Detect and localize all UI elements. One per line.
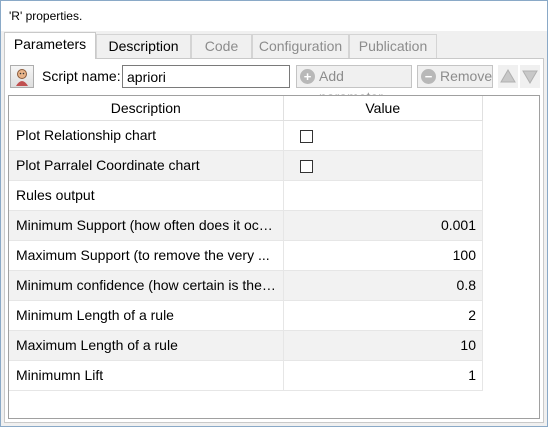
r-script-icon[interactable] <box>10 65 34 88</box>
table-row[interactable]: Minimumn Lift 1 <box>9 360 483 391</box>
param-description: Plot Relationship chart <box>9 120 284 151</box>
tab-publication[interactable]: Publication <box>349 34 437 59</box>
param-value[interactable]: 2 <box>283 300 483 331</box>
move-down-button[interactable] <box>520 65 540 88</box>
table-row[interactable]: Maximum Length of a rule 10 <box>9 330 483 361</box>
move-up-button[interactable] <box>498 65 518 88</box>
column-header-value[interactable]: Value <box>283 96 483 121</box>
triangle-up-icon <box>500 69 516 83</box>
tab-description[interactable]: Description <box>96 34 191 59</box>
param-value-cell[interactable] <box>283 120 483 151</box>
param-value[interactable] <box>283 180 483 211</box>
param-description: Minimum Support (how often does it occ..… <box>9 210 284 241</box>
parameters-panel: Script name: + Add parameter − Remove <box>4 58 544 423</box>
parameters-toolbar: Script name: + Add parameter − Remove <box>10 65 540 105</box>
tab-bar: Parameters Description Code Configuratio… <box>4 32 544 59</box>
column-header-description[interactable]: Description <box>9 96 284 121</box>
table-row[interactable]: Rules output <box>9 180 483 211</box>
param-value[interactable]: 100 <box>283 240 483 271</box>
tab-configuration[interactable]: Configuration <box>252 34 349 59</box>
parameters-table: Description Value Plot Relationship char… <box>9 96 483 391</box>
title-bar[interactable]: 'R' properties. <box>1 1 547 31</box>
param-description: Minimum confidence (how certain is the r… <box>9 270 284 301</box>
properties-window: 'R' properties. Parameters Description C… <box>0 0 548 427</box>
minus-icon: − <box>421 69 436 84</box>
param-description: Minimumn Lift <box>9 360 284 391</box>
triangle-down-icon <box>522 70 538 84</box>
param-description: Maximum Support (to remove the very ... <box>9 240 284 271</box>
parameters-table-container: Description Value Plot Relationship char… <box>8 95 540 419</box>
window-title: 'R' properties. <box>9 9 83 23</box>
param-value[interactable]: 0.8 <box>283 270 483 301</box>
remove-button[interactable]: − Remove <box>417 65 493 88</box>
table-row[interactable]: Plot Parralel Coordinate chart <box>9 150 483 181</box>
add-parameter-button[interactable]: + Add parameter <box>296 65 412 105</box>
param-description: Minimum Length of a rule <box>9 300 284 331</box>
table-row[interactable]: Maximum Support (to remove the very ... … <box>9 240 483 271</box>
table-row[interactable]: Minimum confidence (how certain is the r… <box>9 270 483 301</box>
plus-icon: + <box>300 69 315 84</box>
param-description: Rules output <box>9 180 284 211</box>
param-description: Plot Parralel Coordinate chart <box>9 150 284 181</box>
remove-label: Remove <box>440 68 493 84</box>
table-row[interactable]: Plot Relationship chart <box>9 120 483 151</box>
tab-parameters[interactable]: Parameters <box>4 32 96 59</box>
param-value-cell[interactable] <box>283 150 483 181</box>
param-value[interactable]: 1 <box>283 360 483 391</box>
table-row[interactable]: Minimum Length of a rule 2 <box>9 300 483 331</box>
tab-code[interactable]: Code <box>191 34 252 59</box>
script-name-label: Script name: <box>42 68 121 84</box>
param-value[interactable]: 10 <box>283 330 483 361</box>
plot-parallel-coordinate-checkbox[interactable] <box>299 159 313 173</box>
table-row[interactable]: Minimum Support (how often does it occ..… <box>9 210 483 241</box>
param-description: Maximum Length of a rule <box>9 330 284 361</box>
plot-relationship-checkbox[interactable] <box>299 129 313 143</box>
param-value[interactable]: 0.001 <box>283 210 483 241</box>
script-name-input[interactable] <box>122 65 290 88</box>
